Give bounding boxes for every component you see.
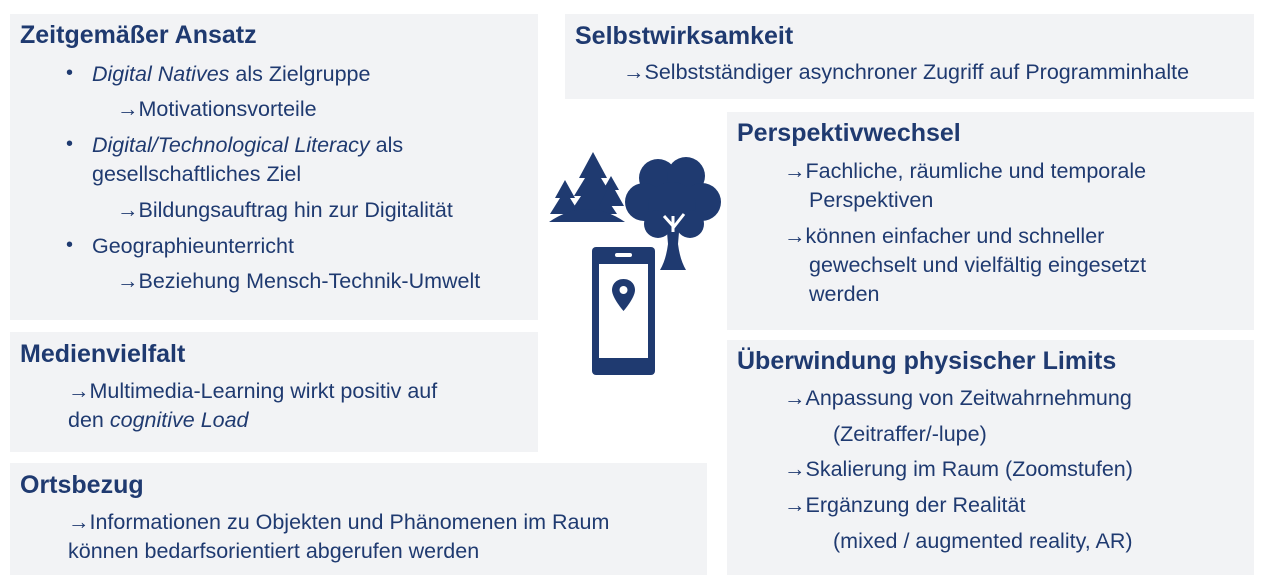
text-line: →können einfacher und schneller (784, 222, 1104, 251)
emphasis-text: Digital Natives (92, 62, 230, 86)
box-ortsbezug: Ortsbezug →Informationen zu Objekten und… (10, 463, 707, 575)
arrow-icon: → (623, 60, 645, 84)
text: Motivationsvorteile (138, 97, 317, 121)
box-title: Perspektivwechsel (737, 119, 961, 147)
bullet-dot: • (66, 133, 74, 155)
box-title: Selbstwirksamkeit (575, 22, 794, 50)
bullet-text: Geographieunterricht (92, 234, 294, 258)
text-line: →Informationen zu Objekten und Phänomene… (68, 508, 609, 537)
box-selbstwirksamkeit: Selbstwirksamkeit →Selbstständiger async… (565, 14, 1254, 99)
bullet-dot: • (66, 234, 74, 256)
box-title: Überwindung physischer Limits (737, 347, 1117, 375)
text-line: →Skalierung im Raum (Zoomstufen) (784, 455, 1133, 484)
text: Ergänzung der Realität (805, 493, 1026, 517)
arrow-icon: → (784, 386, 806, 410)
text-line: →Fachliche, räumliche und temporale (784, 157, 1146, 186)
text: Anpassung von Zeitwahrnehmung (805, 386, 1132, 410)
arrow-icon: → (68, 510, 90, 534)
text-line: Perspektiven (809, 188, 934, 212)
text: Skalierung im Raum (Zoomstufen) (805, 457, 1133, 481)
box-title: Medienvielfalt (20, 340, 186, 368)
box-title: Zeitgemäßer Ansatz (20, 21, 257, 49)
text: Beziehung Mensch-Technik-Umwelt (138, 269, 481, 293)
box-zeitgemaesser-ansatz: Zeitgemäßer Ansatz • Digital Natives als… (10, 14, 538, 320)
text: Fachliche, räumliche und temporale (805, 159, 1147, 183)
box-medienvielfalt: Medienvielfalt →Multimedia-Learning wirk… (10, 332, 538, 452)
sub-line: →Motivationsvorteile (117, 95, 317, 124)
bullet-text: Digital Natives als Zielgruppe (92, 60, 370, 89)
arrow-icon: → (784, 493, 806, 517)
sub-line: →Beziehung Mensch-Technik-Umwelt (117, 267, 480, 296)
arrow-icon: → (117, 269, 139, 293)
text-line: werden (809, 282, 880, 306)
smartphone-location-icon (592, 247, 655, 375)
text: können einfacher und schneller (805, 224, 1105, 248)
arrow-icon: → (117, 97, 139, 121)
text-line: →Anpassung von Zeitwahrnehmung (784, 384, 1132, 413)
forest-icon (549, 152, 625, 222)
text: Bildungsauftrag hin zur Digitalität (138, 198, 453, 222)
text-line: (mixed / augmented reality, AR) (833, 529, 1133, 553)
arrow-icon: → (117, 198, 139, 222)
text-line: den cognitive Load (68, 406, 249, 435)
box-title: Ortsbezug (20, 471, 144, 499)
text-line: →Selbstständiger asynchroner Zugriff auf… (623, 58, 1189, 87)
text-line: (Zeitraffer/-lupe) (833, 422, 987, 446)
text-line: →Ergänzung der Realität (784, 491, 1025, 520)
box-perspektivwechsel: Perspektivwechsel →Fachliche, räumliche … (727, 112, 1254, 330)
bullet-text: Digital/Technological Literacy als (92, 131, 403, 160)
text: als (369, 133, 404, 157)
emphasis-text: Digital/Technological Literacy (92, 133, 370, 157)
bullet-dot: • (66, 62, 74, 84)
text: Informationen zu Objekten und Phänomenen… (89, 510, 610, 534)
text: Multimedia-Learning wirkt positiv auf (89, 379, 438, 403)
text-line: können bedarfsorientiert abgerufen werde… (68, 539, 480, 563)
box-physische-limits: Überwindung physischer Limits →Anpassung… (727, 340, 1254, 575)
text: Selbstständiger asynchroner Zugriff auf … (644, 60, 1190, 84)
arrow-icon: → (784, 159, 806, 183)
text-line: →Multimedia-Learning wirkt positiv auf (68, 377, 437, 406)
arrow-icon: → (68, 379, 90, 403)
text: als Zielgruppe (229, 62, 371, 86)
text-line: gewechselt und vielfältig eingesetzt (809, 253, 1147, 277)
sub-line: →Bildungsauftrag hin zur Digitalität (117, 196, 453, 225)
arrow-icon: → (784, 224, 806, 248)
arrow-icon: → (784, 457, 806, 481)
text: den (68, 408, 110, 432)
emphasis-text: cognitive Load (109, 408, 249, 432)
bullet-text-cont: gesellschaftliches Ziel (92, 162, 302, 186)
